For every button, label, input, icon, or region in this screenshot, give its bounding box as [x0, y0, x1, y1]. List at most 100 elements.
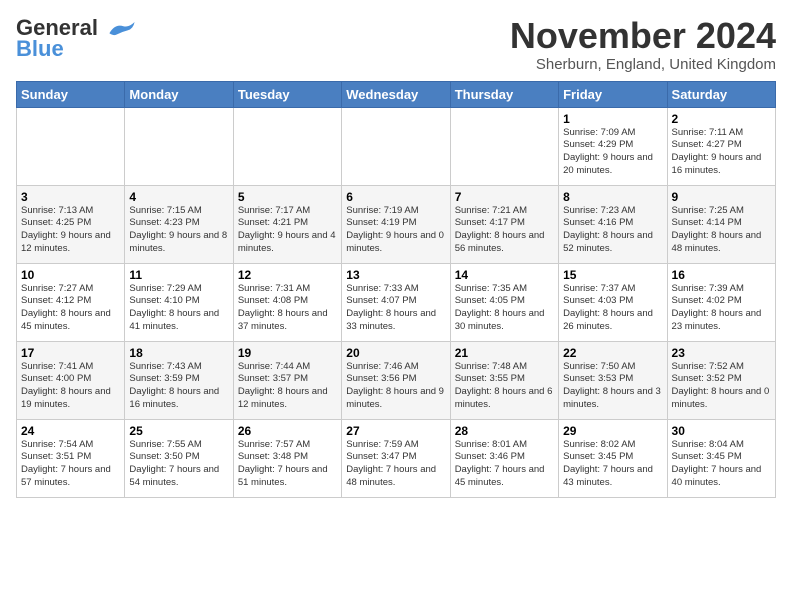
day-number: 26: [238, 424, 337, 438]
day-number: 22: [563, 346, 662, 360]
day-number: 11: [129, 268, 228, 282]
day-number: 16: [672, 268, 771, 282]
day-number: 14: [455, 268, 554, 282]
day-number: 18: [129, 346, 228, 360]
day-info: Sunrise: 7:46 AM Sunset: 3:56 PM Dayligh…: [346, 361, 445, 412]
day-number: 2: [672, 112, 771, 126]
day-cell: 19Sunrise: 7:44 AM Sunset: 3:57 PM Dayli…: [233, 341, 341, 419]
day-cell: 20Sunrise: 7:46 AM Sunset: 3:56 PM Dayli…: [342, 341, 450, 419]
day-number: 4: [129, 190, 228, 204]
day-number: 7: [455, 190, 554, 204]
day-cell: 3Sunrise: 7:13 AM Sunset: 4:25 PM Daylig…: [17, 185, 125, 263]
day-number: 17: [21, 346, 120, 360]
day-cell: [342, 107, 450, 185]
day-cell: 17Sunrise: 7:41 AM Sunset: 4:00 PM Dayli…: [17, 341, 125, 419]
day-number: 28: [455, 424, 554, 438]
day-number: 19: [238, 346, 337, 360]
day-info: Sunrise: 7:29 AM Sunset: 4:10 PM Dayligh…: [129, 283, 228, 334]
day-cell: 23Sunrise: 7:52 AM Sunset: 3:52 PM Dayli…: [667, 341, 775, 419]
location-subtitle: Sherburn, England, United Kingdom: [510, 56, 776, 73]
day-info: Sunrise: 7:52 AM Sunset: 3:52 PM Dayligh…: [672, 361, 771, 412]
day-cell: 24Sunrise: 7:54 AM Sunset: 3:51 PM Dayli…: [17, 419, 125, 497]
logo-blue: Blue: [16, 36, 64, 62]
day-info: Sunrise: 8:01 AM Sunset: 3:46 PM Dayligh…: [455, 439, 554, 490]
day-number: 3: [21, 190, 120, 204]
day-number: 5: [238, 190, 337, 204]
day-cell: 15Sunrise: 7:37 AM Sunset: 4:03 PM Dayli…: [559, 263, 667, 341]
day-info: Sunrise: 8:04 AM Sunset: 3:45 PM Dayligh…: [672, 439, 771, 490]
day-cell: 1Sunrise: 7:09 AM Sunset: 4:29 PM Daylig…: [559, 107, 667, 185]
day-info: Sunrise: 7:43 AM Sunset: 3:59 PM Dayligh…: [129, 361, 228, 412]
day-number: 12: [238, 268, 337, 282]
day-number: 27: [346, 424, 445, 438]
header-row: SundayMondayTuesdayWednesdayThursdayFrid…: [17, 81, 776, 107]
header-cell-friday: Friday: [559, 81, 667, 107]
week-row-1: 3Sunrise: 7:13 AM Sunset: 4:25 PM Daylig…: [17, 185, 776, 263]
day-info: Sunrise: 7:23 AM Sunset: 4:16 PM Dayligh…: [563, 205, 662, 256]
day-info: Sunrise: 7:39 AM Sunset: 4:02 PM Dayligh…: [672, 283, 771, 334]
day-number: 10: [21, 268, 120, 282]
day-info: Sunrise: 7:11 AM Sunset: 4:27 PM Dayligh…: [672, 127, 771, 178]
day-number: 21: [455, 346, 554, 360]
calendar-header: SundayMondayTuesdayWednesdayThursdayFrid…: [17, 81, 776, 107]
day-number: 13: [346, 268, 445, 282]
header-cell-wednesday: Wednesday: [342, 81, 450, 107]
day-info: Sunrise: 7:13 AM Sunset: 4:25 PM Dayligh…: [21, 205, 120, 256]
day-info: Sunrise: 7:15 AM Sunset: 4:23 PM Dayligh…: [129, 205, 228, 256]
day-cell: 21Sunrise: 7:48 AM Sunset: 3:55 PM Dayli…: [450, 341, 558, 419]
day-info: Sunrise: 7:27 AM Sunset: 4:12 PM Dayligh…: [21, 283, 120, 334]
day-number: 24: [21, 424, 120, 438]
day-info: Sunrise: 7:50 AM Sunset: 3:53 PM Dayligh…: [563, 361, 662, 412]
day-cell: 13Sunrise: 7:33 AM Sunset: 4:07 PM Dayli…: [342, 263, 450, 341]
day-cell: 8Sunrise: 7:23 AM Sunset: 4:16 PM Daylig…: [559, 185, 667, 263]
day-cell: 11Sunrise: 7:29 AM Sunset: 4:10 PM Dayli…: [125, 263, 233, 341]
day-cell: 2Sunrise: 7:11 AM Sunset: 4:27 PM Daylig…: [667, 107, 775, 185]
day-cell: 22Sunrise: 7:50 AM Sunset: 3:53 PM Dayli…: [559, 341, 667, 419]
day-info: Sunrise: 7:37 AM Sunset: 4:03 PM Dayligh…: [563, 283, 662, 334]
day-info: Sunrise: 7:33 AM Sunset: 4:07 PM Dayligh…: [346, 283, 445, 334]
day-number: 30: [672, 424, 771, 438]
day-cell: [17, 107, 125, 185]
week-row-4: 24Sunrise: 7:54 AM Sunset: 3:51 PM Dayli…: [17, 419, 776, 497]
logo: General Blue: [16, 16, 136, 62]
day-number: 29: [563, 424, 662, 438]
day-info: Sunrise: 7:25 AM Sunset: 4:14 PM Dayligh…: [672, 205, 771, 256]
day-number: 25: [129, 424, 228, 438]
day-cell: 10Sunrise: 7:27 AM Sunset: 4:12 PM Dayli…: [17, 263, 125, 341]
day-info: Sunrise: 8:02 AM Sunset: 3:45 PM Dayligh…: [563, 439, 662, 490]
day-info: Sunrise: 7:44 AM Sunset: 3:57 PM Dayligh…: [238, 361, 337, 412]
calendar: SundayMondayTuesdayWednesdayThursdayFrid…: [16, 81, 776, 498]
week-row-0: 1Sunrise: 7:09 AM Sunset: 4:29 PM Daylig…: [17, 107, 776, 185]
day-cell: 16Sunrise: 7:39 AM Sunset: 4:02 PM Dayli…: [667, 263, 775, 341]
day-info: Sunrise: 7:21 AM Sunset: 4:17 PM Dayligh…: [455, 205, 554, 256]
day-number: 9: [672, 190, 771, 204]
day-info: Sunrise: 7:54 AM Sunset: 3:51 PM Dayligh…: [21, 439, 120, 490]
header: General Blue November 2024 Sherburn, Eng…: [16, 16, 776, 73]
day-number: 1: [563, 112, 662, 126]
day-info: Sunrise: 7:41 AM Sunset: 4:00 PM Dayligh…: [21, 361, 120, 412]
day-info: Sunrise: 7:19 AM Sunset: 4:19 PM Dayligh…: [346, 205, 445, 256]
day-cell: 18Sunrise: 7:43 AM Sunset: 3:59 PM Dayli…: [125, 341, 233, 419]
header-cell-tuesday: Tuesday: [233, 81, 341, 107]
day-info: Sunrise: 7:55 AM Sunset: 3:50 PM Dayligh…: [129, 439, 228, 490]
day-cell: 29Sunrise: 8:02 AM Sunset: 3:45 PM Dayli…: [559, 419, 667, 497]
day-number: 20: [346, 346, 445, 360]
day-cell: 26Sunrise: 7:57 AM Sunset: 3:48 PM Dayli…: [233, 419, 341, 497]
day-cell: 14Sunrise: 7:35 AM Sunset: 4:05 PM Dayli…: [450, 263, 558, 341]
day-cell: 12Sunrise: 7:31 AM Sunset: 4:08 PM Dayli…: [233, 263, 341, 341]
day-cell: 9Sunrise: 7:25 AM Sunset: 4:14 PM Daylig…: [667, 185, 775, 263]
day-number: 6: [346, 190, 445, 204]
day-number: 15: [563, 268, 662, 282]
header-cell-thursday: Thursday: [450, 81, 558, 107]
title-block: November 2024 Sherburn, England, United …: [510, 16, 776, 73]
day-number: 8: [563, 190, 662, 204]
page: General Blue November 2024 Sherburn, Eng…: [0, 0, 792, 506]
header-cell-sunday: Sunday: [17, 81, 125, 107]
week-row-2: 10Sunrise: 7:27 AM Sunset: 4:12 PM Dayli…: [17, 263, 776, 341]
day-cell: 4Sunrise: 7:15 AM Sunset: 4:23 PM Daylig…: [125, 185, 233, 263]
day-cell: 28Sunrise: 8:01 AM Sunset: 3:46 PM Dayli…: [450, 419, 558, 497]
day-cell: 6Sunrise: 7:19 AM Sunset: 4:19 PM Daylig…: [342, 185, 450, 263]
day-info: Sunrise: 7:48 AM Sunset: 3:55 PM Dayligh…: [455, 361, 554, 412]
week-row-3: 17Sunrise: 7:41 AM Sunset: 4:00 PM Dayli…: [17, 341, 776, 419]
logo-bird-icon: [108, 20, 136, 38]
